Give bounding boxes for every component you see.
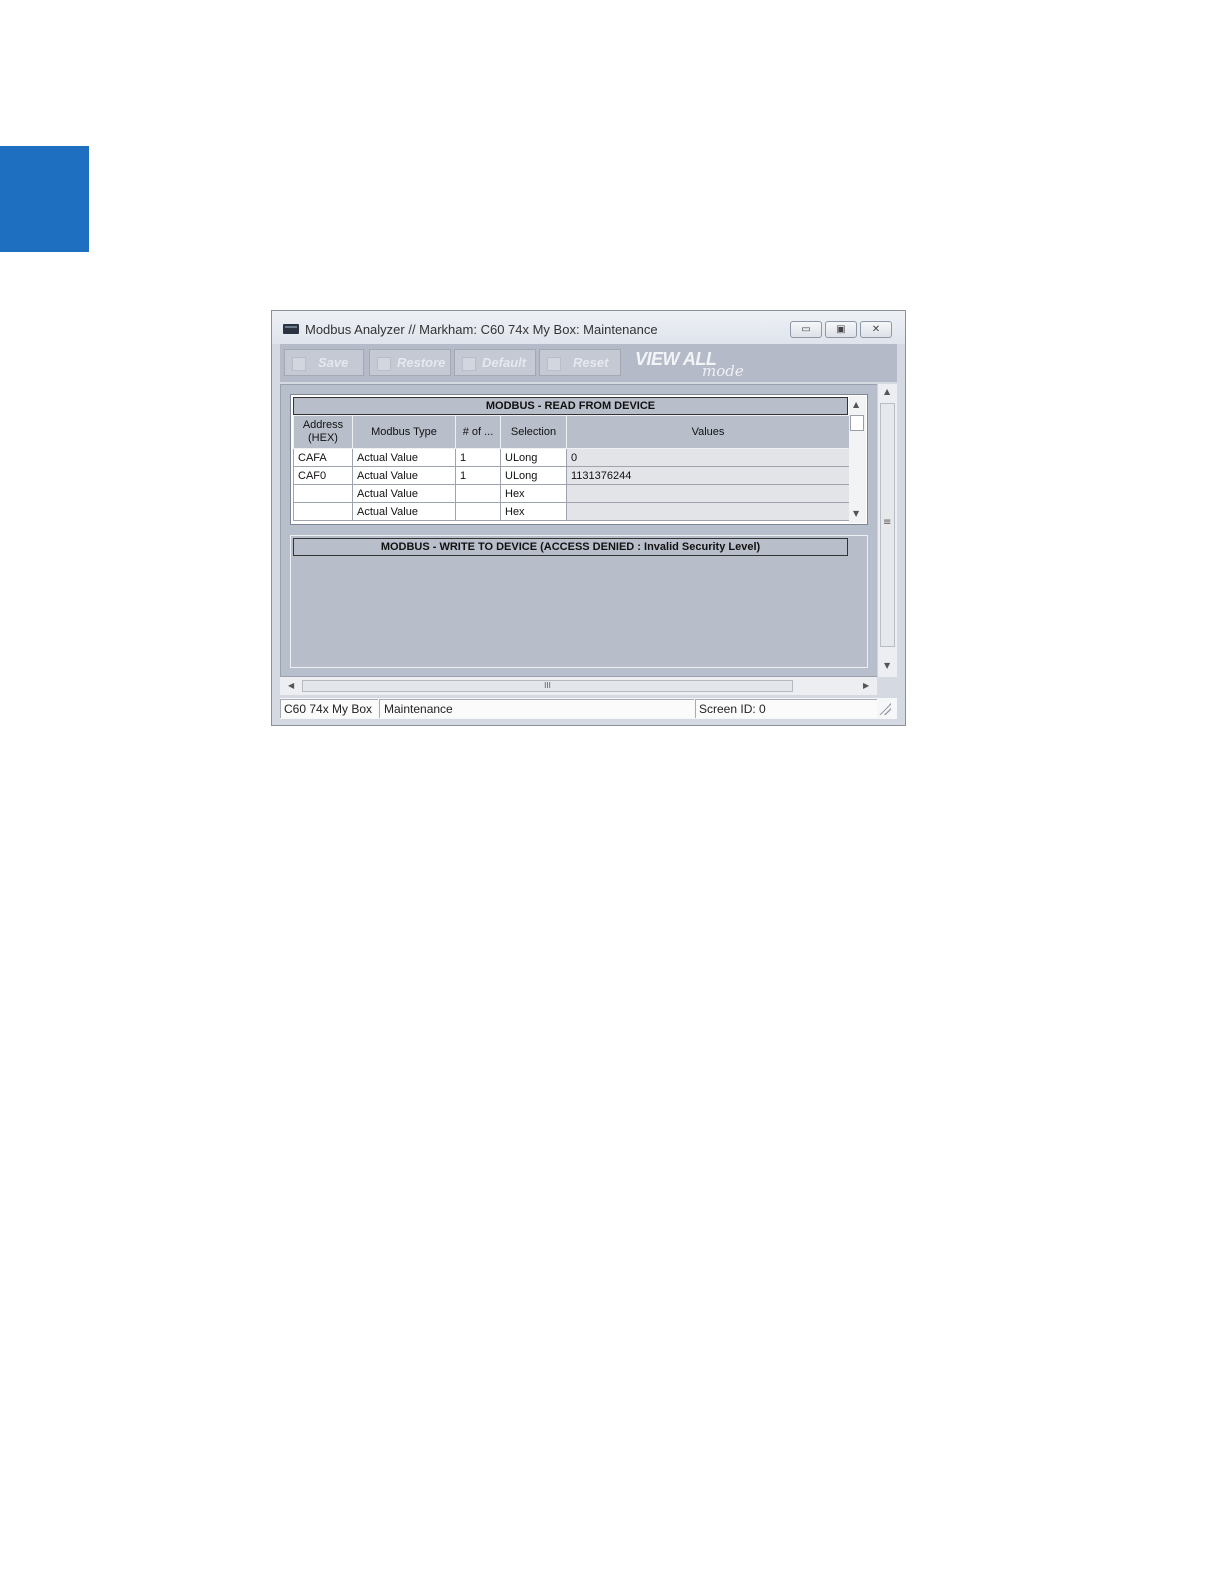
count-cell[interactable] xyxy=(455,484,501,503)
maximize-button[interactable]: ▣ xyxy=(825,321,857,338)
status-mode: Maintenance xyxy=(379,699,694,718)
selection-cell[interactable]: Hex xyxy=(500,502,567,521)
address-cell[interactable] xyxy=(293,484,353,503)
status-bar: C60 74x My Box Maintenance Screen ID: 0 xyxy=(280,698,897,719)
reset-button[interactable]: Reset xyxy=(539,349,621,376)
status-device: C60 74x My Box xyxy=(280,699,378,718)
write-to-device-panel: MODBUS - WRITE TO DEVICE (ACCESS DENIED … xyxy=(290,535,868,668)
minimize-button[interactable]: ▭ xyxy=(790,321,822,338)
value-cell: 1131376244 xyxy=(566,466,850,485)
column-address[interactable]: Address (HEX) xyxy=(293,415,353,449)
app-icon xyxy=(283,324,299,334)
column-modbus-type[interactable]: Modbus Type xyxy=(352,415,456,449)
title-bar[interactable]: Modbus Analyzer // Markham: C60 74x My B… xyxy=(272,311,905,344)
column-count[interactable]: # of ... xyxy=(455,415,501,449)
scroll-left-icon[interactable]: ◀ xyxy=(288,681,294,690)
table-row[interactable]: CAFA Actual Value 1 ULong 0 xyxy=(293,448,850,467)
table-row[interactable]: Actual Value Hex xyxy=(293,502,850,521)
main-vertical-scrollbar[interactable]: ▲ ≡ ▼ xyxy=(877,384,897,677)
type-cell[interactable]: Actual Value xyxy=(352,484,456,503)
default-label: Default xyxy=(482,355,527,370)
horizontal-scrollbar[interactable]: ◀ III ▶ xyxy=(280,677,877,695)
scroll-down-icon[interactable]: ▼ xyxy=(884,661,890,670)
restore-icon xyxy=(377,356,391,371)
vertical-scroll-thumb[interactable]: ≡ xyxy=(880,403,895,647)
restore-button[interactable]: Restore xyxy=(369,349,451,376)
address-cell[interactable]: CAF0 xyxy=(293,466,353,485)
selection-cell[interactable]: Hex xyxy=(500,484,567,503)
page-side-tab xyxy=(0,146,89,252)
scroll-grip-icon: ≡ xyxy=(883,517,892,528)
table-scroll-up-icon[interactable]: ▲ xyxy=(853,400,859,409)
default-icon xyxy=(462,356,476,371)
value-cell xyxy=(566,484,850,503)
reset-label: Reset xyxy=(573,355,609,370)
selection-cell[interactable]: ULong xyxy=(500,466,567,485)
type-cell[interactable]: Actual Value xyxy=(352,502,456,521)
column-address-line2: (HEX) xyxy=(308,432,338,444)
read-from-device-panel: MODBUS - READ FROM DEVICE Address (HEX) M… xyxy=(290,394,868,525)
window-title: Modbus Analyzer // Markham: C60 74x My B… xyxy=(305,322,658,337)
selection-cell[interactable]: ULong xyxy=(500,448,567,467)
toolbar: Save Restore Default Reset VIEW ALL mode xyxy=(280,344,897,382)
table-row[interactable]: CAF0 Actual Value 1 ULong 1131376244 xyxy=(293,466,850,485)
column-address-line1: Address xyxy=(302,419,344,431)
value-cell: 0 xyxy=(566,448,850,467)
restore-label: Restore xyxy=(397,355,446,370)
address-cell[interactable]: CAFA xyxy=(293,448,353,467)
close-button[interactable]: ✕ xyxy=(860,321,892,338)
save-button[interactable]: Save xyxy=(284,349,364,376)
count-cell[interactable]: 1 xyxy=(455,466,501,485)
reset-icon xyxy=(547,356,561,371)
save-icon xyxy=(292,356,306,371)
read-table: Address (HEX) Modbus Type # of ... Select… xyxy=(293,415,850,521)
column-values[interactable]: Values xyxy=(566,415,850,449)
table-scroll-down-icon[interactable]: ▼ xyxy=(853,509,859,518)
read-table-scrollbar[interactable]: ▲ ▼ xyxy=(849,396,866,523)
type-cell[interactable]: Actual Value xyxy=(352,448,456,467)
read-panel-header: MODBUS - READ FROM DEVICE xyxy=(293,397,848,415)
scroll-up-icon[interactable]: ▲ xyxy=(884,387,890,396)
scroll-right-icon[interactable]: ▶ xyxy=(863,681,869,690)
status-screen-id: Screen ID: 0 xyxy=(695,699,877,718)
address-cell[interactable] xyxy=(293,502,353,521)
modbus-analyzer-window: Modbus Analyzer // Markham: C60 74x My B… xyxy=(271,310,906,726)
table-row[interactable]: Actual Value Hex xyxy=(293,484,850,503)
save-label: Save xyxy=(318,355,349,370)
write-panel-header: MODBUS - WRITE TO DEVICE (ACCESS DENIED … xyxy=(293,538,848,556)
column-selection[interactable]: Selection xyxy=(500,415,567,449)
count-cell[interactable]: 1 xyxy=(455,448,501,467)
value-cell xyxy=(566,502,850,521)
mode-label: mode xyxy=(702,362,744,380)
table-scroll-thumb[interactable] xyxy=(850,415,864,431)
resize-grip-icon[interactable] xyxy=(879,703,891,715)
type-cell[interactable]: Actual Value xyxy=(352,466,456,485)
default-button[interactable]: Default xyxy=(454,349,536,376)
count-cell[interactable] xyxy=(455,502,501,521)
horizontal-scroll-thumb[interactable]: III xyxy=(302,680,793,692)
